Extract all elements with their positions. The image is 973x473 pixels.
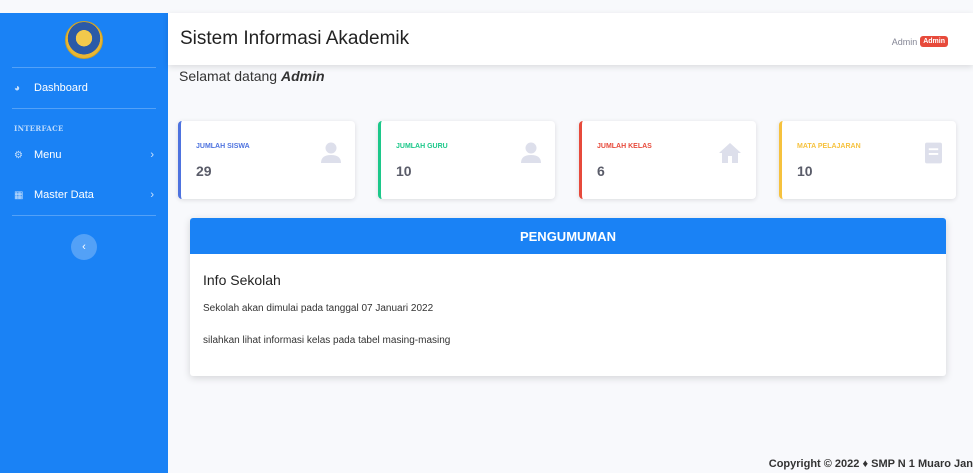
book-icon [925,142,942,164]
sidebar: ◕ Dashboard INTERFACE ⚙ Menu › ▦ Master … [0,13,168,473]
user-menu[interactable]: Admin Admin [892,36,948,47]
role-badge: Admin [920,36,948,47]
sidebar-item-label: Menu [34,149,62,161]
sidebar-item-dashboard[interactable]: ◕ Dashboard [0,68,168,108]
app-title: Sistem Informasi Akademik [180,28,410,49]
topbar: Sistem Informasi Akademik Admin Admin [168,13,973,65]
sidebar-toggle-button[interactable]: ‹ [71,234,97,260]
table-icon: ▦ [14,189,24,201]
card-value: 10 [797,163,813,179]
announcement-panel: PENGUMUMAN Info Sekolah Sekolah akan dim… [190,218,946,376]
user-icon [321,142,341,163]
card-label: JUMLAH GURU [396,143,448,150]
welcome-name: Admin [280,68,325,84]
card-value: 29 [196,163,212,179]
sidebar-item-label: Dashboard [34,82,88,94]
announcement-line: silahkan lihat informasi kelas pada tabe… [203,335,451,346]
user-icon [521,142,541,163]
sidebar-heading: INTERFACE [14,124,64,133]
chevron-right-icon: › [150,149,154,161]
announcement-line: Sekolah akan dimulai pada tanggal 07 Jan… [203,303,434,314]
card-value: 10 [396,163,412,179]
card-jumlah-siswa: JUMLAH SISWA 29 [178,121,355,199]
sidebar-item-label: Master Data [34,189,94,201]
sidebar-item-master-data[interactable]: ▦ Master Data › [0,175,168,215]
dashboard-icon: ◕ [14,82,21,94]
chevron-right-icon: › [150,189,154,201]
welcome-prefix: Selamat datang [179,68,278,84]
footer-copyright: Copyright © 2022 ♦ SMP N 1 Muaro Jan [768,458,973,470]
card-label: JUMLAH SISWA [196,143,250,150]
card-value: 6 [597,163,605,179]
sidebar-divider [12,215,156,216]
gear-icon: ⚙ [14,149,23,161]
card-jumlah-kelas: JUMLAH KELAS 6 [579,121,756,199]
card-label: MATA PELAJARAN [797,143,861,150]
school-logo [65,21,103,59]
welcome-text: Selamat datang Admin [179,68,325,84]
user-name: Admin [891,36,918,47]
card-label: JUMLAH KELAS [597,143,652,150]
home-icon [719,143,741,163]
chevron-left-icon: ‹ [82,241,86,253]
card-jumlah-guru: JUMLAH GURU 10 [378,121,555,199]
sidebar-item-menu[interactable]: ⚙ Menu › [0,135,168,175]
card-mata-pelajaran: MATA PELAJARAN 10 [779,121,956,199]
announcement-title: Info Sekolah [203,272,281,288]
brand[interactable] [0,13,168,67]
announcement-header: PENGUMUMAN [190,218,946,254]
